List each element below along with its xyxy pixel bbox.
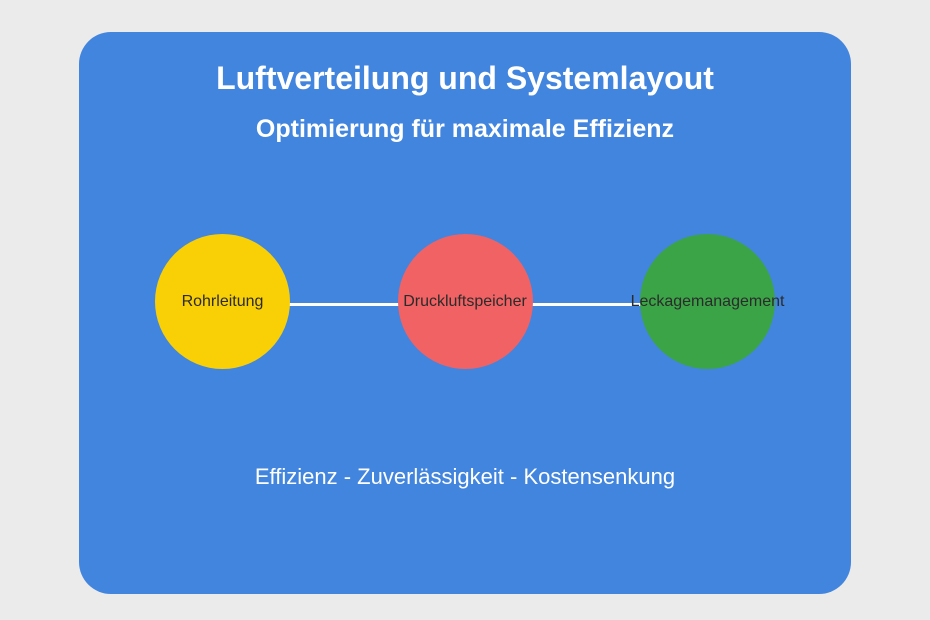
circle-druckluftspeicher: Druckluftspeicher (398, 234, 533, 369)
card-footer: Effizienz - Zuverlässigkeit - Kostensenk… (255, 464, 675, 490)
card-title: Luftverteilung und Systemlayout (216, 60, 714, 97)
circle-label: Rohrleitung (182, 293, 264, 311)
circle-row: Rohrleitung Druckluftspeicher Leckageman… (155, 234, 775, 369)
circle-rohrleitung: Rohrleitung (155, 234, 290, 369)
circle-label: Leckagemanagement (631, 293, 785, 311)
main-card: Luftverteilung und Systemlayout Optimier… (79, 32, 851, 594)
circle-label: Druckluftspeicher (403, 293, 527, 311)
circle-leckagemanagement: Leckagemanagement (640, 234, 775, 369)
diagram-container: Rohrleitung Druckluftspeicher Leckageman… (155, 234, 775, 374)
card-subtitle: Optimierung für maximale Effizienz (256, 115, 674, 144)
